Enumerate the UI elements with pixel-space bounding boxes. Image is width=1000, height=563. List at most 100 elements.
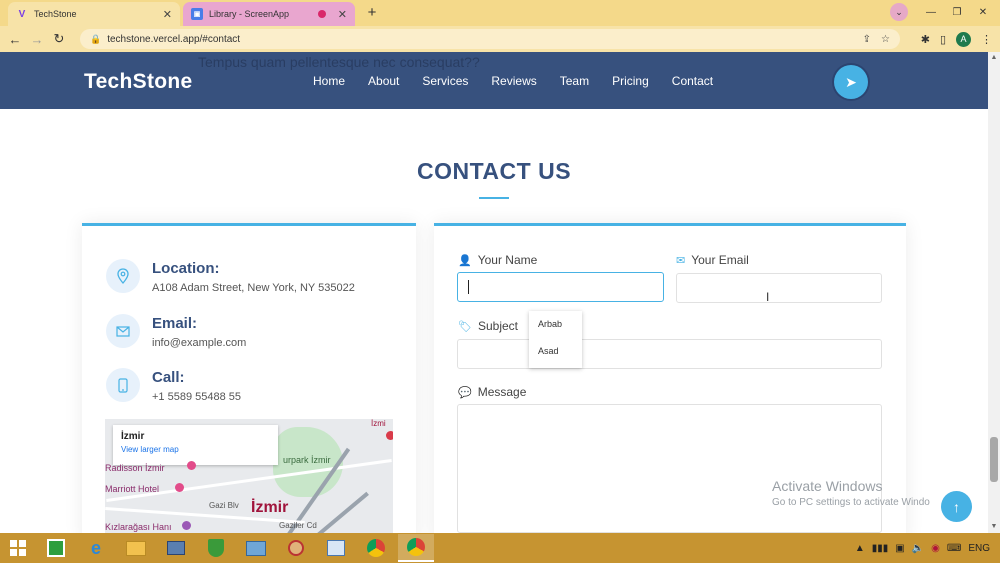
paper-plane-icon: ➤ <box>845 73 857 90</box>
map-place-name: İzmir <box>121 431 145 442</box>
side-panel-icon[interactable]: ▯ <box>940 33 946 46</box>
send-button[interactable]: ➤ <box>834 65 868 99</box>
internet-explorer-icon[interactable]: e <box>78 534 114 562</box>
message-label: 💬 Message <box>458 385 526 399</box>
extensions-icon[interactable]: ✱ <box>921 33 930 46</box>
subject-label-text: Subject <box>477 319 518 333</box>
back-to-top-button[interactable]: ↑ <box>941 491 972 522</box>
map-pin-icon <box>386 431 393 440</box>
profile-avatar[interactable]: A <box>956 31 971 47</box>
map-label-radisson: Radisson İzmir <box>105 463 165 473</box>
paint-app-icon[interactable] <box>278 534 314 562</box>
call-value[interactable]: +1 5589 55488 55 <box>152 391 241 403</box>
view-larger-map-link[interactable]: View larger map <box>121 445 270 454</box>
recorder-tray-icon[interactable]: ◉ <box>931 543 940 554</box>
map-label-marriott: Marriott Hotel <box>105 484 160 494</box>
system-tray: ▲ ▮▮▮ ▣ 🔈 ◉ ⌨ ENG <box>855 533 990 563</box>
scroll-up-icon[interactable]: ▲ <box>988 52 1000 64</box>
nav-contact[interactable]: Contact <box>672 74 713 88</box>
map-label-kizlaragasi: Kızlarağası Hanı <box>105 522 172 532</box>
browser-toolbar: ← → ↻ 🔒 techstone.vercel.app/#contact ⇪ … <box>0 26 1000 52</box>
share-icon[interactable]: ⇪ <box>863 34 871 45</box>
main-nav: Home About Services Reviews Team Pricing… <box>313 74 736 88</box>
message-label-text: Message <box>477 385 527 399</box>
tab-screenapp[interactable]: ▣ Library - ScreenApp ✕ <box>183 2 355 26</box>
tag-icon: 🏷 <box>458 320 472 333</box>
email-label: Email: <box>152 315 198 332</box>
user-icon: 👤 <box>458 254 472 267</box>
nav-reviews[interactable]: Reviews <box>491 74 536 88</box>
menu-kebab-icon[interactable]: ⋮ <box>981 33 992 46</box>
tab-techstone[interactable]: V TechStone ✕ <box>8 2 180 26</box>
scroll-down-icon[interactable]: ▼ <box>988 521 1000 533</box>
activation-watermark: Activate Windows Go to PC settings to ac… <box>772 478 930 508</box>
tab-title: Library - ScreenApp <box>209 9 290 19</box>
call-label: Call: <box>152 369 185 386</box>
embedded-map[interactable]: İzmir View larger map Radisson İzmir Mar… <box>105 419 393 536</box>
shield-app-icon[interactable] <box>198 534 234 562</box>
close-icon[interactable]: ✕ <box>338 8 347 21</box>
arrow-up-icon: ↑ <box>953 498 960 515</box>
nav-pricing[interactable]: Pricing <box>612 74 649 88</box>
name-input[interactable] <box>457 272 664 302</box>
map-label-kulturpark: urpark İzmir <box>283 455 331 465</box>
keyboard-icon[interactable]: ⌨ <box>947 543 961 554</box>
forward-button[interactable]: → <box>26 32 48 47</box>
site-header: Tempus quam pellentesque nec consequat??… <box>0 52 988 109</box>
new-tab-button[interactable]: + <box>362 4 382 22</box>
subject-input[interactable] <box>457 339 882 369</box>
location-label: Location: <box>152 260 220 277</box>
location-value: A108 Adam Street, New York, NY 535022 <box>152 282 355 294</box>
scrollbar-thumb[interactable] <box>990 437 998 482</box>
restore-button[interactable]: ❐ <box>946 7 968 18</box>
map-pin-icon <box>182 521 191 530</box>
nav-home[interactable]: Home <box>313 74 345 88</box>
nav-team[interactable]: Team <box>560 74 589 88</box>
os-taskbar: e ▲ ▮▮▮ ▣ 🔈 ◉ ⌨ ENG <box>0 533 1000 563</box>
email-item: Email: info@example.com <box>106 314 246 349</box>
nav-services[interactable]: Services <box>422 74 468 88</box>
computer-app-icon[interactable] <box>158 534 194 562</box>
tab-search-icon[interactable]: ⌄ <box>890 3 908 21</box>
screenapp-icon: ▣ <box>191 8 203 20</box>
network-app-icon[interactable] <box>238 534 274 562</box>
chrome-icon[interactable] <box>358 534 394 562</box>
minimize-button[interactable]: — <box>920 7 942 18</box>
page-scrollbar[interactable]: ▲ ▼ <box>988 52 1000 533</box>
signal-icon[interactable]: ▮▮▮ <box>872 543 889 554</box>
windows-start-icon[interactable] <box>0 533 36 563</box>
window-close-button[interactable]: ✕ <box>972 7 994 18</box>
back-button[interactable]: ← <box>4 32 26 47</box>
email-input[interactable] <box>676 273 882 303</box>
language-indicator[interactable]: ENG <box>968 543 990 554</box>
tray-arrow-icon[interactable]: ▲ <box>855 543 865 554</box>
store-app-icon[interactable] <box>38 534 74 562</box>
comment-icon: 💬 <box>458 386 472 399</box>
file-explorer-icon[interactable] <box>118 534 154 562</box>
address-bar[interactable]: 🔒 techstone.vercel.app/#contact ⇪ ☆ <box>80 29 900 49</box>
nav-about[interactable]: About <box>368 74 399 88</box>
title-underline <box>479 197 509 199</box>
text-caret <box>468 280 469 294</box>
site-logo[interactable]: TechStone <box>84 70 193 94</box>
network-icon[interactable]: ▣ <box>895 543 904 554</box>
autocomplete-option[interactable]: Asad <box>529 338 582 365</box>
name-label-text: Your Name <box>477 253 538 267</box>
chrome-active-icon[interactable] <box>398 534 434 562</box>
reload-button[interactable]: ↻ <box>48 31 70 47</box>
message-textarea[interactable] <box>457 404 882 533</box>
url-text: techstone.vercel.app/#contact <box>107 33 241 45</box>
phone-icon <box>106 368 140 402</box>
bookmark-star-icon[interactable]: ☆ <box>881 34 890 45</box>
autocomplete-option[interactable]: Arbab <box>529 311 582 338</box>
tab-title: TechStone <box>34 9 77 19</box>
envelope-icon: ✉ <box>676 254 686 267</box>
chart-app-icon[interactable] <box>318 534 354 562</box>
watermark-line2: Go to PC settings to activate Windo <box>772 497 930 508</box>
call-item: Call: +1 5589 55488 55 <box>106 368 241 403</box>
email-value[interactable]: info@example.com <box>152 337 246 349</box>
browser-tab-strip: V TechStone ✕ ▣ Library - ScreenApp ✕ + … <box>0 0 1000 26</box>
map-pin-icon <box>187 461 196 470</box>
close-icon[interactable]: ✕ <box>163 8 172 21</box>
volume-icon[interactable]: 🔈 <box>912 543 924 554</box>
